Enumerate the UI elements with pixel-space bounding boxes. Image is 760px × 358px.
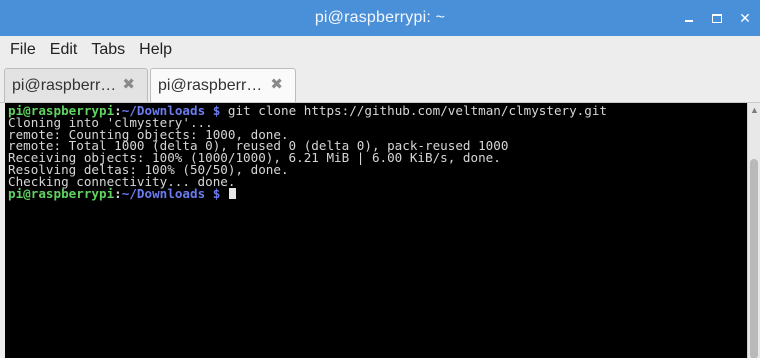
- tab-2-active[interactable]: pi@raspberr… ✖: [150, 68, 296, 102]
- window-controls: ✕: [682, 0, 752, 36]
- tab-label: pi@raspberr…: [158, 76, 263, 94]
- terminal-window: pi@raspberrypi: ~ ✕ File Edit Tabs Help …: [0, 0, 760, 358]
- prompt-line: pi@raspberrypi:~/Downloads $: [5, 185, 747, 201]
- menu-bar: File Edit Tabs Help: [0, 36, 760, 64]
- prompt-separator: :: [114, 185, 122, 201]
- close-icon[interactable]: ✕: [738, 11, 752, 25]
- prompt-user: pi@raspberrypi: [8, 185, 115, 201]
- tab-1[interactable]: pi@raspberr… ✖: [4, 68, 148, 102]
- title-bar[interactable]: pi@raspberrypi: ~ ✕: [0, 0, 760, 36]
- maximize-icon[interactable]: [710, 13, 724, 23]
- menu-edit[interactable]: Edit: [45, 41, 83, 59]
- tab-label: pi@raspberr…: [12, 76, 117, 94]
- menu-file[interactable]: File: [5, 41, 41, 59]
- window-title: pi@raspberrypi: ~: [314, 9, 446, 26]
- menu-help[interactable]: Help: [134, 41, 177, 59]
- vertical-scrollbar[interactable]: ▲: [747, 103, 760, 358]
- command-text: git clone https://github.com/veltman/clm…: [220, 103, 608, 118]
- scrollbar-thumb[interactable]: [750, 159, 758, 358]
- minimize-icon[interactable]: [682, 14, 696, 22]
- terminal-area[interactable]: pi@raspberrypi:~/Downloads $ git clone h…: [5, 103, 747, 358]
- menu-tabs[interactable]: Tabs: [86, 41, 130, 59]
- scroll-up-icon[interactable]: ▲: [749, 104, 760, 116]
- prompt-path: ~/Downloads $: [121, 185, 221, 201]
- tab-bar: pi@raspberr… ✖ pi@raspberr… ✖: [0, 64, 760, 103]
- tab-close-icon[interactable]: ✖: [122, 77, 135, 92]
- text-cursor: [228, 187, 236, 199]
- tab-close-icon[interactable]: ✖: [270, 77, 283, 92]
